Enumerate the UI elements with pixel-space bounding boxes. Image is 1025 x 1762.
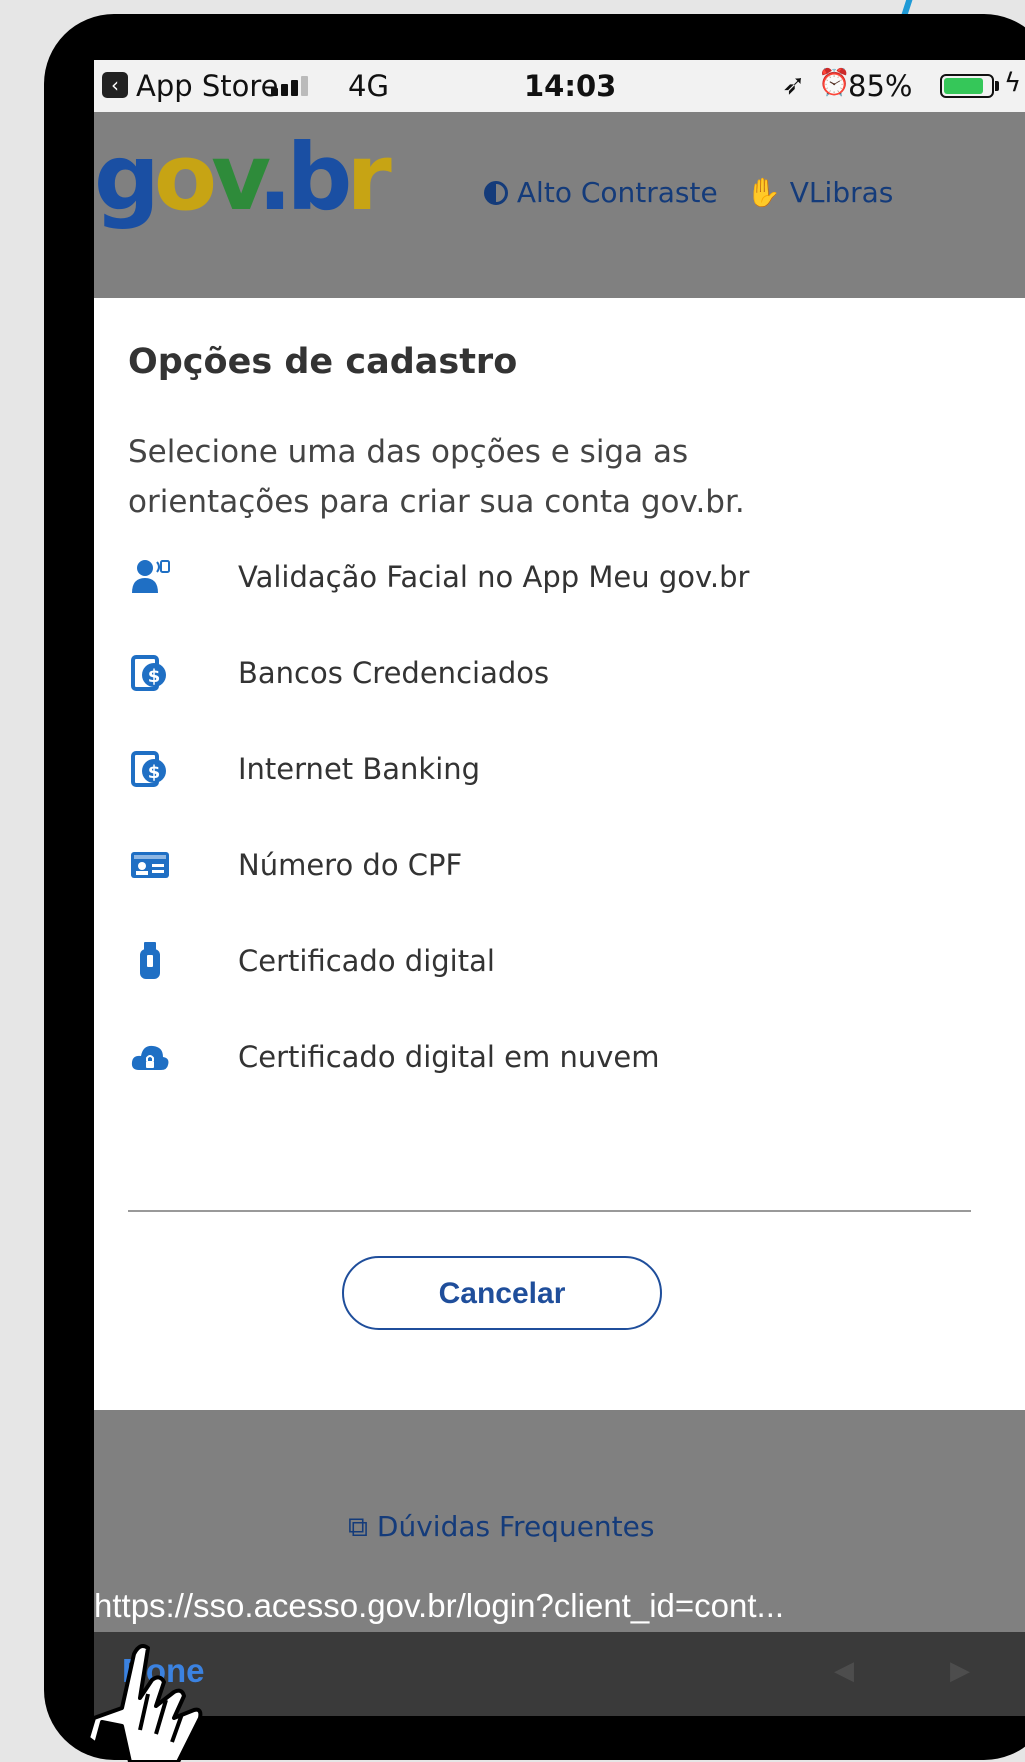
phone-screen: ‹ App Store 4G 14:03 ➶ ⏰ 85% ϟ gov.br Al…	[94, 60, 1025, 1716]
govbr-logo[interactable]: gov.br	[94, 132, 392, 224]
option-label: Certificado digital em nuvem	[238, 1040, 660, 1074]
high-contrast-label: Alto Contraste	[516, 176, 718, 209]
option-label: Número do CPF	[238, 848, 463, 882]
url-display: https://sso.acesso.gov.br/login?client_i…	[94, 1580, 1025, 1632]
battery-icon	[940, 74, 994, 98]
faq-link[interactable]: ⧉ Dúvidas Frequentes	[348, 1510, 654, 1544]
usb-token-icon	[140, 942, 160, 979]
bank-icon: $	[131, 655, 166, 691]
external-link-icon: ⧉	[348, 1510, 368, 1543]
page-description: Selecione uma das opções e siga as orien…	[128, 434, 745, 520]
battery-cap	[995, 81, 999, 91]
svg-text:$: $	[148, 762, 161, 783]
signal-strength-icon	[271, 74, 317, 96]
page-title: Opções de cadastro	[128, 342, 518, 382]
clock: 14:03	[524, 69, 617, 103]
option-label: Validação Facial no App Meu gov.br	[238, 560, 750, 594]
option-label: Certificado digital	[238, 944, 495, 978]
facial-validation-icon	[132, 560, 170, 593]
option-label: Bancos Credenciados	[238, 656, 550, 690]
option-label: Internet Banking	[238, 752, 481, 786]
battery-fill	[944, 78, 984, 94]
browser-toolbar: Done ◀ ▶	[94, 1632, 1025, 1716]
id-card-icon	[131, 852, 169, 878]
alarm-icon: ⏰	[818, 68, 851, 98]
back-to-app-icon[interactable]: ‹	[102, 72, 128, 98]
svg-text:$: $	[148, 666, 161, 687]
option-internet-banking[interactable]: $ Internet Banking	[130, 739, 930, 799]
option-digital-certificate[interactable]: Certificado digital	[130, 931, 930, 991]
network-type: 4G	[348, 69, 389, 103]
nav-forward-icon[interactable]: ▶	[950, 1656, 970, 1686]
option-facial-validation[interactable]: Validação Facial no App Meu gov.br	[130, 547, 930, 607]
site-header: gov.br Alto Contraste ✋ VLibras	[94, 112, 1025, 298]
option-cloud-certificate[interactable]: Certificado digital em nuvem	[130, 1027, 930, 1087]
option-accredited-banks[interactable]: $ Bancos Credenciados	[130, 643, 930, 703]
high-contrast-link[interactable]: Alto Contraste	[484, 176, 718, 209]
charging-icon: ϟ	[1004, 68, 1022, 98]
option-cpf-number[interactable]: Número do CPF	[130, 835, 930, 895]
battery-percentage: 85%	[848, 69, 913, 103]
cancel-button[interactable]: Cancelar	[342, 1256, 662, 1330]
back-app-label[interactable]: App Store	[136, 69, 279, 103]
bank-icon: $	[131, 751, 166, 787]
status-bar: ‹ App Store 4G 14:03 ➶ ⏰ 85% ϟ	[94, 60, 1025, 112]
location-icon: ➶	[782, 68, 806, 101]
sign-language-hand-icon: ✋	[746, 176, 781, 209]
faq-label: Dúvidas Frequentes	[376, 1510, 655, 1543]
nav-back-icon[interactable]: ◀	[834, 1656, 854, 1686]
contrast-icon	[484, 181, 508, 205]
vlibras-label: VLibras	[789, 176, 894, 209]
site-footer: ⧉ Dúvidas Frequentes	[94, 1410, 1025, 1580]
hand-cursor-icon	[86, 1644, 203, 1762]
vlibras-link[interactable]: ✋ VLibras	[746, 176, 893, 209]
cloud-icon	[131, 1045, 169, 1070]
divider	[128, 1210, 971, 1212]
